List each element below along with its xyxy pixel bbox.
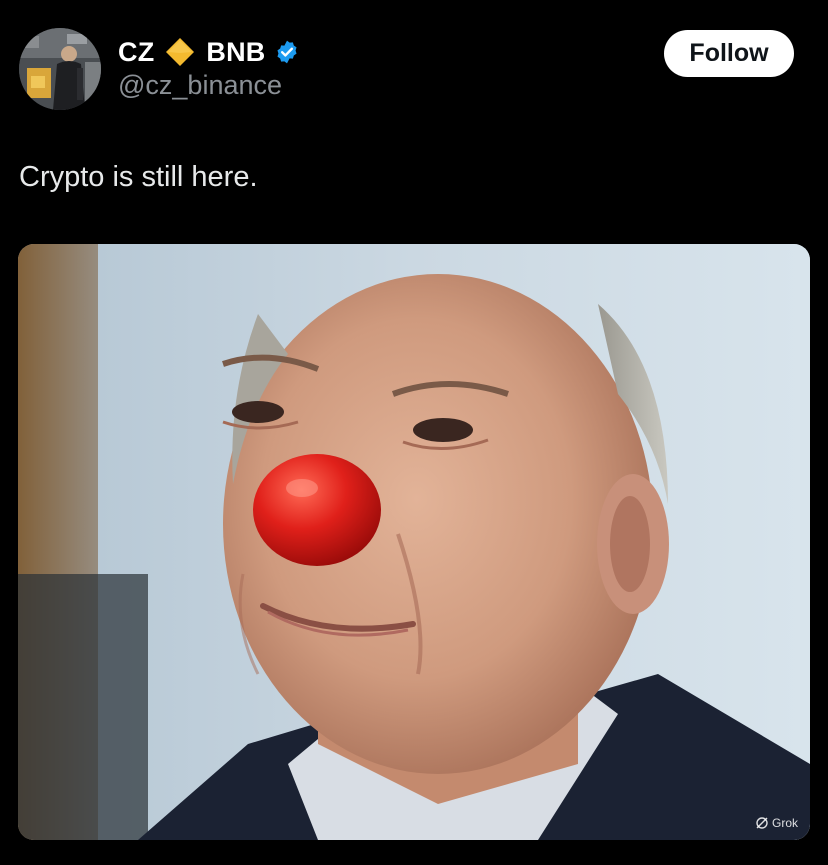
grok-watermark: Grok (755, 816, 798, 830)
author-name-part2[interactable]: BNB (206, 37, 265, 68)
author-name-part1[interactable]: CZ (118, 37, 154, 68)
follow-button[interactable]: Follow (664, 30, 794, 77)
tweet-text: Crypto is still here. (19, 161, 258, 193)
author-handle[interactable]: @cz_binance (118, 70, 282, 101)
verified-badge-icon (274, 39, 300, 65)
bnb-diamond-icon (164, 36, 196, 68)
grok-watermark-text: Grok (771, 816, 798, 830)
author-name-row[interactable]: CZ BNB (118, 34, 300, 70)
grok-logo-icon (755, 816, 769, 830)
tweet-card: CZ BNB @cz_binance Follow Crypto is stil… (0, 0, 828, 865)
avatar[interactable] (19, 28, 101, 110)
tweet-media-image[interactable]: Grok (18, 244, 810, 840)
